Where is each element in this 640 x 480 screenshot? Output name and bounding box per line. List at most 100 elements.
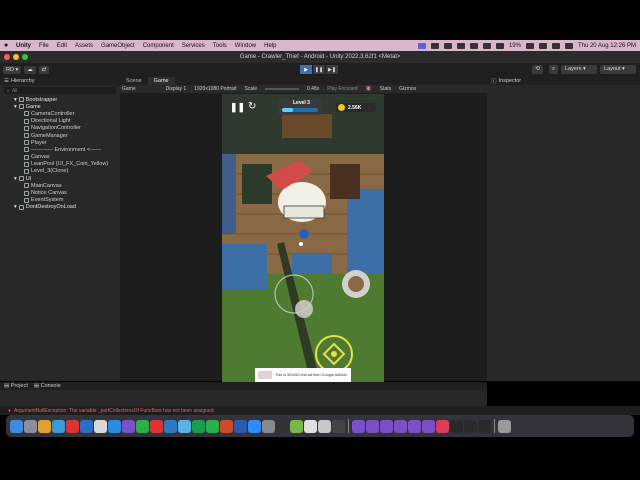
powerpoint-icon[interactable] [220, 419, 233, 433]
tab-console[interactable]: ▤ Console [34, 383, 61, 389]
menu-file[interactable]: File [39, 43, 49, 49]
hierarchy-item[interactable]: ▾ Game [0, 103, 120, 110]
inspector-tab[interactable]: ⓘ Inspector [487, 77, 640, 85]
notes-icon[interactable] [304, 419, 317, 433]
expand-arrow-icon[interactable]: ▾ [14, 176, 17, 182]
resolution-dropdown[interactable]: 1920x1080 Portrait [194, 86, 236, 92]
hierarchy-search[interactable]: ⌕ All [4, 87, 116, 94]
hierarchy-item[interactable]: ▾ UI [0, 175, 120, 182]
status-icon-2[interactable] [443, 42, 452, 49]
facetime-icon[interactable] [206, 419, 219, 433]
word-icon[interactable] [234, 419, 247, 433]
hierarchy-item[interactable]: GameManager [0, 132, 120, 139]
clock[interactable]: Thu 20 Aug 12:26 PM [578, 43, 636, 49]
hierarchy-tab[interactable]: ☰ Hierarchy [0, 77, 120, 85]
vs-icon-5[interactable] [394, 419, 407, 433]
vs-icon-3[interactable] [366, 419, 379, 433]
spreadsheet-icon[interactable] [192, 419, 205, 433]
battery-icon[interactable] [525, 42, 534, 49]
safari-icon[interactable] [52, 419, 65, 433]
status-bar[interactable]: ● ArgumentNullException: The variable _p… [0, 406, 640, 415]
github-icon[interactable] [332, 419, 345, 433]
unity-icon-2[interactable] [464, 419, 477, 433]
whatsapp-icon[interactable] [136, 419, 149, 433]
redstar-icon[interactable] [66, 419, 79, 433]
tab-game[interactable]: Game [147, 77, 175, 85]
stats-button[interactable]: Stats [380, 86, 391, 92]
mp3-icon[interactable] [164, 419, 177, 433]
vs-icon-2[interactable] [352, 419, 365, 433]
menu-services[interactable]: Services [182, 43, 205, 49]
menu-tools[interactable]: Tools [213, 43, 227, 49]
hierarchy-item[interactable]: Level_3(Clone) [0, 168, 120, 175]
hierarchy-item[interactable]: Directional Light [0, 118, 120, 125]
vscode-icon[interactable] [108, 419, 121, 433]
menu-window[interactable]: Window [235, 43, 256, 49]
hierarchy-item[interactable]: Canvas [0, 154, 120, 161]
screen-record-icon[interactable] [417, 42, 426, 49]
trash-icon[interactable] [498, 419, 511, 433]
account-button[interactable]: RD ▾ [3, 66, 22, 74]
display-dropdown[interactable]: Display 1 [166, 86, 187, 92]
chrome-alt-icon[interactable] [94, 419, 107, 433]
expand-arrow-icon[interactable]: ▾ [14, 97, 17, 103]
hierarchy-item[interactable]: MainCanvas [0, 182, 120, 189]
music-icon[interactable] [436, 419, 449, 433]
app-menu[interactable]: Unity [16, 43, 31, 49]
display-mode-dropdown[interactable]: Game [122, 86, 136, 92]
mute-icon[interactable]: 🔇 [366, 86, 372, 92]
launchpad-icon[interactable] [24, 419, 37, 433]
visual-studio-icon[interactable] [122, 419, 135, 433]
unity-hub-icon[interactable] [276, 419, 289, 433]
menu-help[interactable]: Help [264, 43, 276, 49]
collab-icon[interactable]: ⇄ [38, 66, 50, 74]
hierarchy-item[interactable]: CameraController [0, 110, 120, 117]
expand-arrow-icon[interactable]: ▾ [14, 104, 17, 110]
history-icon[interactable]: ⟲ [532, 65, 543, 74]
mail-icon[interactable] [150, 419, 163, 433]
wifi-icon[interactable] [538, 42, 547, 49]
menu-assets[interactable]: Assets [75, 43, 93, 49]
finder-icon[interactable] [10, 419, 23, 433]
photos-icon[interactable] [318, 419, 331, 433]
app-store-icon[interactable] [262, 419, 275, 433]
step-button[interactable]: ▶❚ [326, 65, 338, 74]
tab-scene[interactable]: Scene [120, 77, 148, 85]
vs-icon-4[interactable] [380, 419, 393, 433]
play-focus-dropdown[interactable]: Play Focused [327, 86, 357, 92]
zoom-icon[interactable] [248, 419, 261, 433]
hierarchy-item[interactable]: NavigationController [0, 125, 120, 132]
cloud-icon[interactable]: ☁ [24, 66, 36, 74]
close-window-button[interactable] [4, 54, 10, 60]
layers-dropdown[interactable]: Layers ▾ [561, 65, 597, 74]
pause-icon[interactable]: ❚❚ [230, 102, 245, 113]
vs-icon-6[interactable] [408, 419, 421, 433]
hierarchy-item[interactable]: EventSystem [0, 197, 120, 204]
gizmos-button[interactable]: Gizmos [399, 86, 416, 92]
pause-button[interactable]: ❚❚ [313, 65, 325, 74]
tab-project[interactable]: ▤ Project [4, 383, 28, 389]
status-icon-6[interactable] [495, 42, 504, 49]
spotlight-icon[interactable] [551, 42, 560, 49]
search-icon[interactable]: ⌕ [548, 65, 558, 74]
game-view[interactable]: ❚❚ ↻ Level 3 2.56K This is 320x50 test a… [222, 94, 384, 382]
scale-slider[interactable] [264, 88, 299, 90]
vs-icon-7[interactable] [422, 419, 435, 433]
folder-icon[interactable] [178, 419, 191, 433]
play-button[interactable]: ▶ [300, 65, 312, 74]
menu-gameobject[interactable]: GameObject [101, 43, 135, 49]
control-center-icon[interactable] [564, 42, 573, 49]
chrome-icon[interactable] [38, 419, 51, 433]
status-icon-4[interactable] [469, 42, 478, 49]
android-icon[interactable] [290, 419, 303, 433]
hierarchy-item[interactable]: Notice Canvas [0, 189, 120, 196]
minimize-window-button[interactable] [13, 54, 19, 60]
vpn-icon[interactable] [80, 419, 93, 433]
apple-icon[interactable]: ● [4, 42, 12, 49]
status-icon-1[interactable] [430, 42, 439, 49]
layout-dropdown[interactable]: Layout ▾ [600, 65, 636, 74]
status-icon-3[interactable] [456, 42, 465, 49]
expand-arrow-icon[interactable]: ▾ [14, 204, 17, 210]
menu-edit[interactable]: Edit [57, 43, 67, 49]
hierarchy-item[interactable]: Player [0, 139, 120, 146]
